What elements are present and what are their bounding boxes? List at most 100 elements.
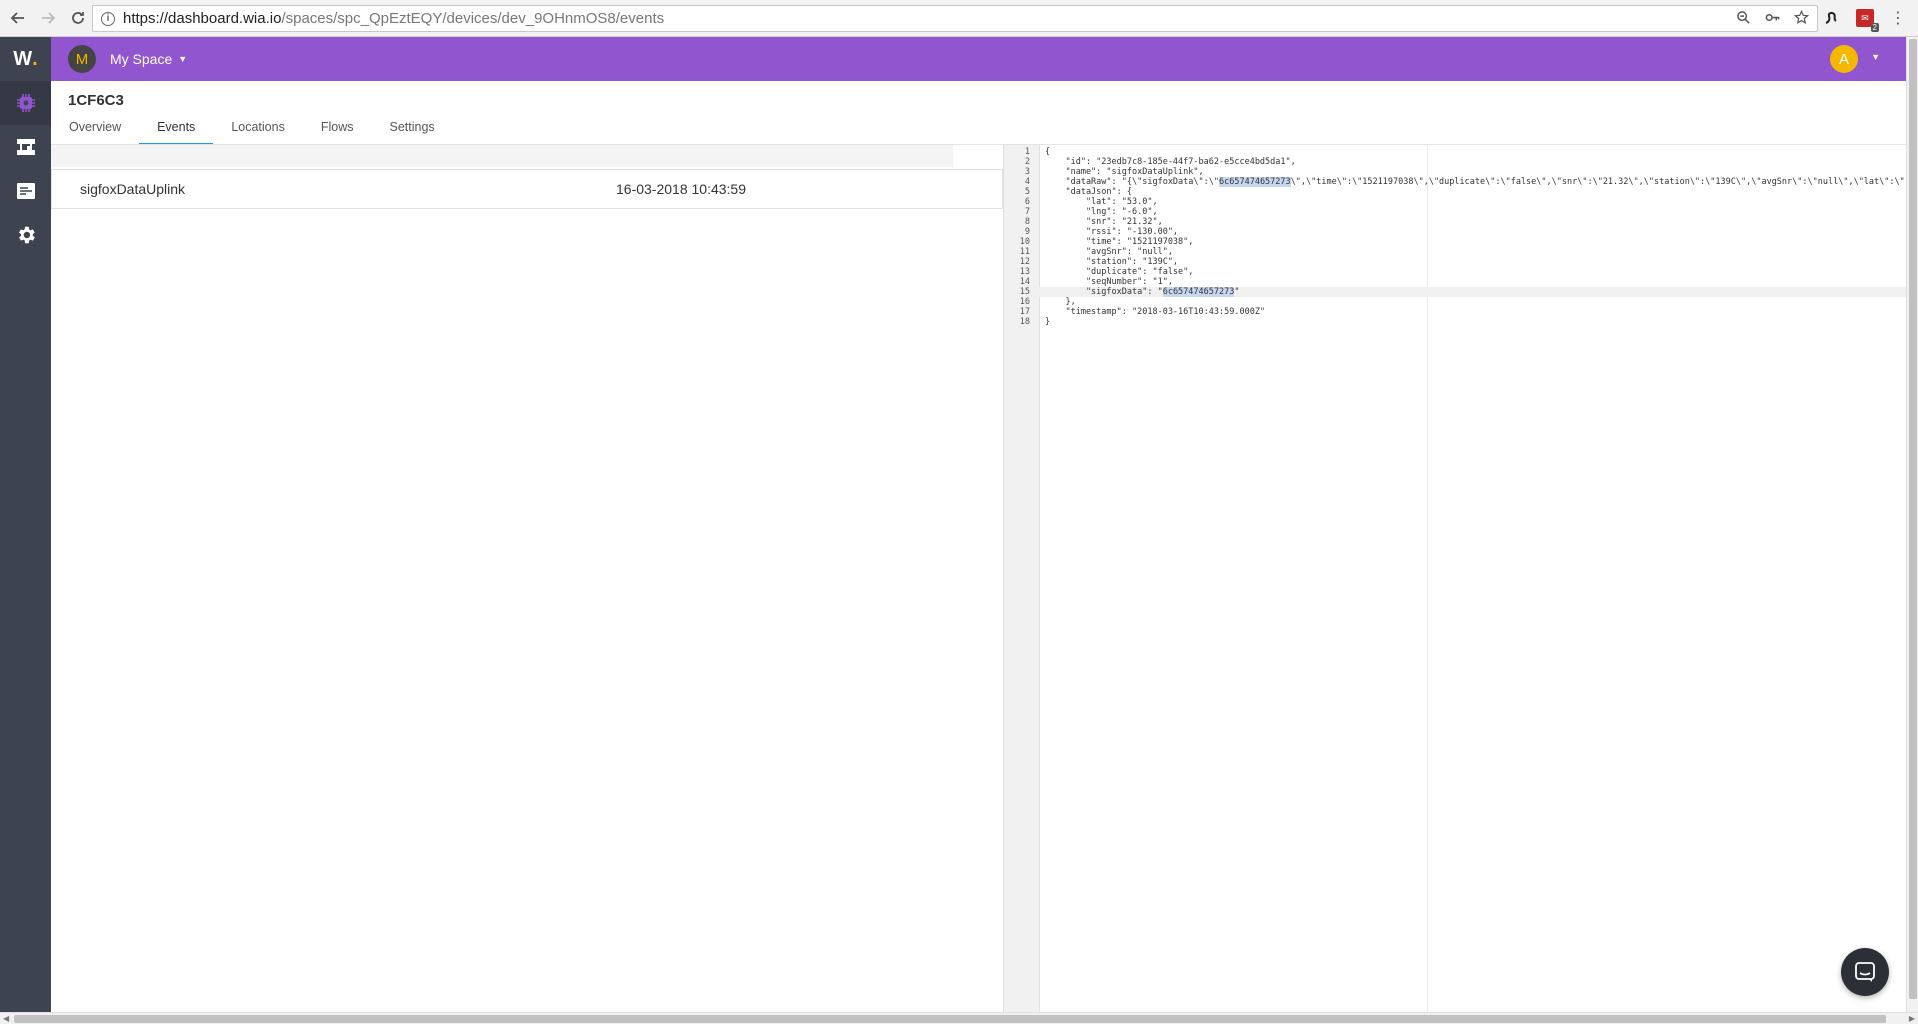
line-number: 13 [1019, 267, 1030, 277]
code-line: 3 "name": "sigfoxDataUplink", [1004, 167, 1907, 177]
info-icon[interactable]: i [101, 11, 115, 26]
extension-badge: 2 [1870, 23, 1879, 32]
selected-text: 6c657474657273 [1219, 177, 1291, 187]
line-number: 18 [1019, 317, 1030, 327]
code-line: 5 "dataJson": { [1004, 187, 1907, 197]
line-number: 12 [1019, 257, 1030, 267]
device-title: 1CF6C3 [68, 92, 124, 109]
app-sidebar: W. [0, 37, 51, 1012]
extension-badge-icon[interactable]: ✉ 2 [1856, 9, 1879, 32]
device-tabs: Overview Events Locations Flows Settings [51, 113, 453, 145]
code-line: 8 "snr": "21.32", [1004, 217, 1907, 227]
puzzle-icon [1825, 11, 1837, 24]
tab-locations[interactable]: Locations [213, 113, 303, 145]
reload-button[interactable] [66, 6, 90, 30]
tab-overview[interactable]: Overview [51, 113, 139, 145]
mail-icon: ✉ [1861, 12, 1869, 23]
line-number: 10 [1019, 237, 1030, 247]
horizontal-scrollbar[interactable]: ◀ ▶ [0, 1012, 1918, 1024]
key-icon[interactable] [1765, 10, 1780, 25]
code-text: "time": "1521197038", [1045, 237, 1194, 247]
arrow-right-icon [42, 12, 56, 24]
user-avatar[interactable]: A [1830, 45, 1858, 73]
flows-icon [16, 139, 35, 155]
code-line: 11 "avgSnr": "null", [1004, 247, 1907, 257]
line-number: 9 [1024, 227, 1030, 237]
space-selector[interactable]: My Space [110, 51, 172, 67]
table-row[interactable]: sigfoxDataUplink 16-03-2018 10:43:59 [51, 169, 1003, 209]
code-text: "rssi": "-130.00", [1045, 227, 1179, 237]
code-text: "id": "23edb7c8-185e-44f7-ba62-e5cce4bd5… [1045, 157, 1296, 167]
wia-logo[interactable]: W. [0, 37, 51, 81]
vertical-scroll-thumb[interactable] [1909, 39, 1917, 999]
code-line: 18} [1004, 317, 1907, 327]
code-line: 9 "rssi": "-130.00", [1004, 227, 1907, 237]
line-number: 8 [1024, 217, 1030, 227]
line-number: 4 [1024, 177, 1030, 187]
device-chip-icon [16, 94, 35, 112]
code-line: 2 "id": "23edb7c8-185e-44f7-ba62-e5cce4b… [1004, 157, 1907, 167]
line-number: 16 [1019, 297, 1030, 307]
code-text: "station": "139C", [1045, 257, 1179, 267]
code-text: } [1045, 317, 1051, 327]
zoom-icon[interactable] [1736, 10, 1751, 25]
code-line: 13 "duplicate": "false", [1004, 267, 1907, 277]
code-text-segment: \",\"time\":\"1521197038\",\"duplicate\"… [1290, 177, 1905, 187]
star-icon[interactable] [1794, 10, 1809, 25]
events-list-header [51, 145, 953, 167]
browser-toolbar: i https://dashboard.wia.io/spaces/spc_Qp… [0, 0, 1918, 37]
chat-icon [1855, 962, 1875, 982]
user-caret-down-icon[interactable]: ▼ [1871, 52, 1880, 62]
code-text: "lng": "-6.0", [1045, 207, 1158, 217]
browser-menu-icon[interactable]: ⋮ [1890, 8, 1906, 28]
gear-icon [18, 226, 35, 244]
arrow-left-icon [10, 12, 24, 24]
sidebar-item-devices[interactable] [0, 81, 51, 125]
sidebar-item-dashboards[interactable] [0, 169, 51, 213]
scroll-left-icon[interactable]: ◀ [3, 1013, 9, 1025]
tab-settings[interactable]: Settings [371, 113, 452, 145]
line-number: 7 [1024, 207, 1030, 217]
event-json-viewer[interactable]: 1{2 "id": "23edb7c8-185e-44f7-ba62-e5cce… [1003, 145, 1907, 1012]
code-text: "sigfoxData": "6c657474657273" [1045, 287, 1905, 297]
app-header: M My Space ▼ A ▼ [51, 37, 1906, 81]
event-name: sigfoxDataUplink [80, 181, 186, 197]
code-text: "timestamp": "2018-03-16T10:43:59.000Z" [1045, 307, 1266, 317]
event-time: 16-03-2018 10:43:59 [616, 181, 746, 197]
tab-flows[interactable]: Flows [303, 113, 372, 145]
line-number: 5 [1024, 187, 1030, 197]
code-text: "dataJson": { [1045, 187, 1132, 197]
code-line: 16 }, [1004, 297, 1907, 307]
line-number: 17 [1019, 307, 1030, 317]
sidebar-item-settings[interactable] [0, 213, 51, 257]
code-text-segment: "sigfoxData": " [1045, 287, 1163, 297]
vertical-scrollbar[interactable] [1906, 37, 1918, 1012]
code-line: 1{ [1004, 147, 1907, 157]
code-text-segment: "dataRaw": "{\"sigfoxData\":\" [1045, 177, 1219, 187]
forward-button[interactable] [36, 6, 60, 30]
code-text: "snr": "21.32", [1045, 217, 1163, 227]
chat-launcher-button[interactable] [1841, 948, 1889, 996]
code-text: "name": "sigfoxDataUplink", [1045, 167, 1204, 177]
tab-events[interactable]: Events [139, 113, 214, 145]
sidebar-item-flows[interactable] [0, 125, 51, 169]
caret-down-icon[interactable]: ▼ [178, 54, 187, 64]
code-line: 12 "station": "139C", [1004, 257, 1907, 267]
events-list: sigfoxDataUplink 16-03-2018 10:43:59 [51, 145, 1003, 1012]
address-bar[interactable]: i https://dashboard.wia.io/spaces/spc_Qp… [92, 5, 1818, 32]
code-text: "lat": "53.0", [1045, 197, 1158, 207]
extension-icon[interactable] [1822, 9, 1840, 27]
reload-icon [72, 12, 84, 24]
code-text: }, [1045, 297, 1076, 307]
back-button[interactable] [6, 6, 30, 30]
scroll-right-icon[interactable]: ▶ [1909, 1013, 1915, 1025]
code-line: 15 "sigfoxData": "6c657474657273" [1004, 287, 1907, 297]
line-number: 15 [1019, 287, 1030, 297]
logo-text: W [13, 47, 33, 70]
code-line: 14 "seqNumber": "1", [1004, 277, 1907, 287]
horizontal-scroll-thumb[interactable] [14, 1015, 1886, 1023]
space-avatar[interactable]: M [68, 45, 96, 73]
code-text: "avgSnr": "null", [1045, 247, 1173, 257]
line-number: 1 [1024, 147, 1030, 157]
code-text-segment: " [1234, 287, 1240, 297]
